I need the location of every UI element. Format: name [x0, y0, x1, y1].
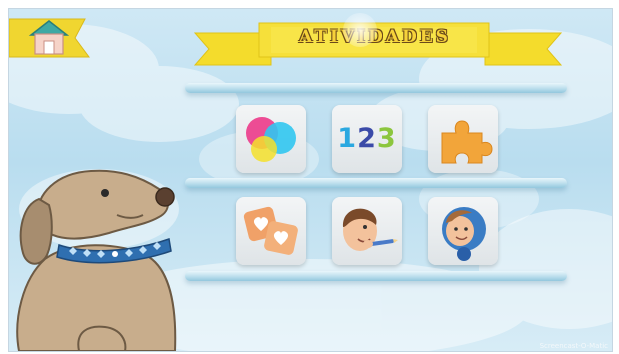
- middle-shelf: [185, 178, 567, 188]
- bottom-shelf: [185, 271, 567, 281]
- cursor-highlight: [343, 13, 377, 47]
- face-activity-button[interactable]: [428, 197, 498, 265]
- color-circles-icon: [246, 117, 296, 162]
- heart-cards-icon: [243, 206, 298, 255]
- puzzle-piece-icon: [441, 120, 493, 164]
- watermark-text: Screencast-O-Matic: [539, 342, 608, 350]
- memory-activity-button[interactable]: [236, 197, 306, 265]
- numbers-activity-button[interactable]: 123: [332, 105, 402, 173]
- drawing-activity-button[interactable]: [332, 197, 402, 265]
- colors-activity-button[interactable]: [236, 105, 306, 173]
- boy-face-icon: [442, 207, 486, 261]
- dog-icon: [16, 169, 177, 351]
- game-screen: ATIVIDADES 123: [8, 8, 613, 352]
- top-shelf: [185, 83, 567, 93]
- puzzle-activity-button[interactable]: [428, 105, 498, 173]
- boy-with-pencil-icon: [342, 208, 398, 251]
- numbers-text: 123: [337, 123, 397, 154]
